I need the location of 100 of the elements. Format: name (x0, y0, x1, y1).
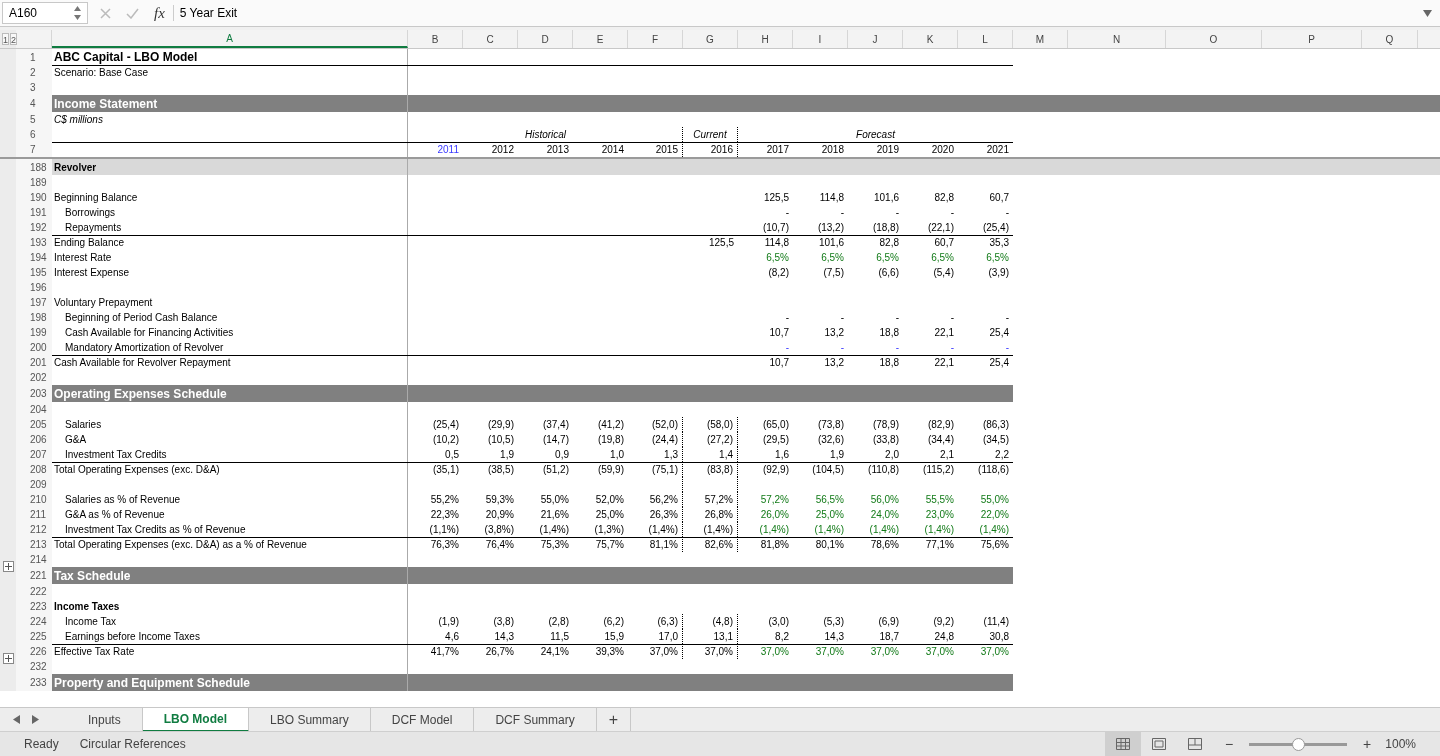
column-header[interactable]: L (958, 30, 1013, 48)
table-cell-text: 2019 (876, 143, 899, 157)
table-cell-text: 82,8 (934, 191, 954, 205)
status-text: Ready (24, 736, 59, 753)
table-cell-text: 1,9 (500, 448, 514, 462)
table-cell: (4,8) (683, 614, 738, 629)
column-header[interactable]: I (793, 30, 848, 48)
column-header[interactable]: Q (1362, 30, 1418, 48)
row-number: 209 (16, 477, 52, 492)
page-icon (1151, 738, 1166, 750)
table-cell: 26,8% (683, 507, 738, 522)
table-cell: (83,8) (683, 462, 738, 477)
column-header[interactable]: C (463, 30, 518, 48)
table-cell: 26,3% (628, 507, 683, 522)
table-cell-text: 101,6 (873, 191, 899, 205)
next-sheet-icon[interactable] (32, 715, 39, 724)
table-cell-text: (41,2) (597, 418, 624, 432)
table-cell-text: 22,1 (934, 326, 954, 340)
table-cell-text: - (950, 311, 954, 325)
row-label: Ending Balance (54, 236, 125, 250)
outline-level-button[interactable]: 1 (2, 33, 9, 45)
column-header[interactable]: N (1068, 30, 1166, 48)
row-number: 4 (16, 95, 52, 112)
table-cell-text: (18,8) (872, 221, 899, 235)
column-header[interactable]: G (683, 30, 738, 48)
table-cell-text: 2018 (821, 143, 844, 157)
table-cell-text: 55,5% (925, 493, 954, 507)
sheet-tab[interactable]: LBO Model (142, 707, 250, 732)
column-header[interactable]: H (738, 30, 793, 48)
table-cell-text: (29,5) (762, 433, 789, 447)
column-header[interactable]: M (1013, 30, 1068, 48)
name-box[interactable]: A160 (2, 2, 88, 24)
row-number: 198 (16, 310, 52, 325)
row-label: Scenario: Base Case (54, 66, 148, 80)
normal-view-button[interactable] (1104, 731, 1141, 756)
row-label: Total Operating Expenses (exc. D&A) (54, 463, 220, 477)
table-cell: (6,3) (628, 614, 683, 629)
row-number: 194 (16, 250, 52, 265)
table-cell-text: (1,4%) (539, 523, 569, 537)
expand-group-button[interactable] (2, 561, 14, 572)
table-cell-text: 76,4% (485, 538, 514, 552)
table-cell-text: 30,8 (989, 630, 1009, 644)
column-header[interactable]: O (1166, 30, 1262, 48)
expand-group-button[interactable] (2, 653, 14, 664)
table-cell-text: 2017 (766, 143, 789, 157)
checkmark-icon[interactable] (126, 7, 139, 19)
row-label: Repayments (65, 221, 122, 235)
table-cell-text: (32,6) (817, 433, 844, 447)
table-cell-text: 37,0% (925, 645, 954, 659)
row-label: Income Tax (65, 615, 116, 629)
table-cell-text: 21,6% (540, 508, 569, 522)
column-header[interactable]: F (628, 30, 683, 48)
table-cell-text: (1,4%) (759, 523, 789, 537)
table-cell-text: (25,4) (432, 418, 459, 432)
zoom-out-button[interactable]: − (1224, 733, 1234, 755)
table-cell-text: (3,0) (768, 615, 789, 629)
table-cell-text: 78,6% (870, 538, 899, 552)
table-cell-text: 6,5% (986, 251, 1009, 265)
table-cell-text: (10,2) (432, 433, 459, 447)
column-header[interactable]: D (518, 30, 573, 48)
zoom-in-button[interactable]: + (1363, 733, 1372, 755)
row-label: Salaries (65, 418, 102, 432)
column-header[interactable]: B (408, 30, 463, 48)
row-number: 213 (16, 537, 52, 552)
table-cell-text: 13,2 (824, 326, 844, 340)
table-cell-text: 1,0 (610, 448, 624, 462)
table-cell-text: 22,1 (934, 356, 954, 370)
table-cell-text: 37,0% (815, 645, 844, 659)
previous-sheet-icon[interactable] (13, 715, 20, 724)
row-label: Revolver (54, 160, 97, 175)
table-cell-text: - (785, 311, 789, 325)
table-cell-text: (34,4) (927, 433, 954, 447)
row-number: 5 (16, 112, 52, 127)
row-number: 225 (16, 629, 52, 644)
row-number: 222 (16, 584, 52, 599)
table-cell-text: (92,9) (762, 463, 789, 477)
zoom-thumb[interactable] (1292, 737, 1306, 751)
column-header[interactable]: J (848, 30, 903, 48)
table-cell-text: - (950, 341, 954, 355)
table-cell-text: 10,7 (769, 356, 789, 370)
table-cell-text: (35,1) (432, 463, 459, 477)
row-label: G&A as % of Revenue (65, 508, 165, 522)
column-header[interactable]: A (52, 30, 408, 48)
table-cell-text: (82,9) (927, 418, 954, 432)
row-number: 232 (16, 659, 52, 674)
function-button[interactable]: fx (154, 1, 165, 25)
row-number: 223 (16, 599, 52, 614)
column-header[interactable]: P (1262, 30, 1362, 48)
outline-level-button[interactable]: 2 (10, 33, 18, 45)
column-header[interactable]: K (903, 30, 958, 48)
column-header[interactable]: E (573, 30, 628, 48)
row-label: Interest Rate (54, 251, 112, 265)
row-label: Salaries as % of Revenue (65, 493, 181, 507)
outline-gutter (0, 142, 16, 157)
formula-value[interactable]: 5 Year Exit (179, 4, 238, 22)
dropdown-icon[interactable] (1423, 9, 1432, 17)
table-cell-text: 4,6 (445, 630, 459, 644)
table-cell-text: (25,4) (982, 221, 1009, 235)
table-cell: 56,2% (628, 492, 683, 507)
table-cell-text: - (840, 206, 844, 220)
